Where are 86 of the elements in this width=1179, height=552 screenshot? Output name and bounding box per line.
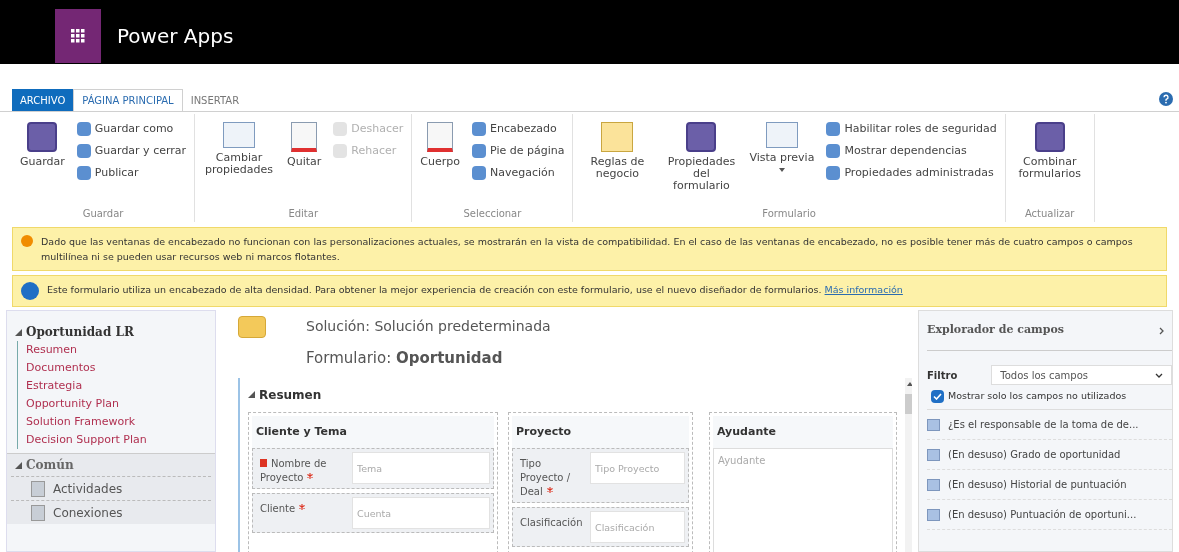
scroll-thumb[interactable]: [905, 393, 912, 414]
ribbon-tab[interactable]: INSERTAR: [182, 89, 248, 111]
collapse-triangle-icon[interactable]: [248, 391, 255, 398]
field-list-item[interactable]: (En desuso) Grado de oportunidad: [927, 440, 1172, 471]
nav-link[interactable]: Documentos: [17, 359, 215, 377]
form-title: Formulario: Oportunidad: [306, 348, 504, 369]
helper-textarea[interactable]: Ayudante: [713, 448, 893, 552]
ribbon-button[interactable]: Cambiar propiedades: [199, 114, 280, 206]
checkbox-label: Mostrar solo los campos no utilizados: [948, 389, 1127, 403]
ribbon-button[interactable]: Guardar: [16, 114, 69, 206]
ribbon-tab[interactable]: PÁGINA PRINCIPAL: [73, 89, 183, 111]
waffle-icon: [71, 29, 85, 43]
nav-item[interactable]: Actividades: [11, 476, 211, 500]
app-title: Power Apps: [117, 23, 234, 50]
field-list-item[interactable]: (En desuso) Puntuación de oportuni...: [927, 500, 1172, 531]
panel-title: Explorador de campos: [927, 322, 1064, 339]
ribbon-button[interactable]: Habilitar roles de seguridad: [822, 118, 1001, 140]
column-title: Proyecto: [512, 415, 689, 448]
ribbon-button[interactable]: Reglas de negocio: [577, 114, 658, 206]
field-icon: [927, 448, 940, 461]
nav-section-header[interactable]: Oportunidad LR: [7, 323, 215, 341]
group-label: Actualizar: [1023, 207, 1076, 221]
field-icon: [927, 418, 940, 431]
ribbon-button[interactable]: Mostrar dependencias: [822, 140, 1001, 162]
ribbon-button[interactable]: Encabezado: [468, 118, 569, 140]
column-title: Ayudante: [713, 415, 893, 448]
field-label: Cliente: [256, 497, 348, 516]
ribbon-button[interactable]: Guardar como: [72, 118, 191, 140]
collapse-triangle-icon[interactable]: [15, 461, 22, 469]
filter-select[interactable]: Todos los campos: [991, 365, 1172, 385]
ribbon-button[interactable]: Combinar formularios: [1009, 114, 1090, 206]
ribbon-button[interactable]: Publicar: [72, 162, 191, 184]
ribbon-button[interactable]: Cuerpo: [416, 114, 464, 206]
column-title: Cliente y Tema: [252, 415, 494, 448]
field-input[interactable]: Clasificación: [590, 511, 685, 543]
scroll-up-icon[interactable]: [907, 381, 912, 386]
group-label: Formulario: [761, 207, 817, 221]
section-header[interactable]: Resumen: [248, 385, 897, 404]
more-info-link[interactable]: Más información: [824, 284, 903, 295]
info-icon: [21, 282, 39, 300]
nav-link[interactable]: Opportunity Plan: [17, 395, 215, 413]
alert-message: Dado que las ventanas de encabezado no funcionan con las personalizaciones actuales, se mostrarán en la vista de compatibilidad. En el caso de las ventanas de encabezado, no es posible tener más de cuatro campos o campos multilínea ni se pueden usar recursos web ni marcos flotantes.: [41, 235, 1134, 264]
lock-icon: [260, 459, 267, 467]
chevron-right-icon[interactable]: [1159, 326, 1164, 335]
field-icon: [927, 508, 940, 521]
checkmark-icon: [933, 392, 942, 400]
group-label: Editar: [287, 207, 319, 221]
nav-item[interactable]: Conexiones: [11, 500, 211, 524]
nav-link[interactable]: Resumen: [17, 341, 215, 359]
ribbon-tab[interactable]: ARCHIVO: [12, 89, 74, 111]
field-label: Tipo Proyecto / Deal: [519, 457, 572, 499]
required-icon: [307, 473, 314, 479]
help-icon[interactable]: [1159, 92, 1173, 106]
app-launcher-button[interactable]: [55, 9, 101, 63]
field-input[interactable]: Tipo Proyecto: [590, 452, 685, 484]
solution-label: Solución: Solución predeterminada: [306, 317, 551, 336]
field-icon: [927, 478, 940, 491]
caret-icon: [778, 168, 785, 172]
nav-link[interactable]: Solution Framework: [17, 413, 215, 431]
group-label: Guardar: [81, 207, 125, 221]
field-input[interactable]: Cuenta: [352, 497, 490, 529]
ribbon-button[interactable]: Propiedades del formulario: [661, 114, 742, 206]
ribbon-button[interactable]: Propiedades administradas: [822, 162, 1001, 184]
required-icon: [546, 487, 553, 493]
group-label: Seleccionar: [462, 207, 523, 221]
ribbon-button[interactable]: Quitar: [283, 114, 326, 206]
ribbon-button[interactable]: Vista previa: [745, 114, 819, 206]
nav-section-header[interactable]: Común: [7, 454, 215, 476]
alert-message: Este formulario utiliza un encabezado de alta densidad. Para obtener la mejor experiencia de creación con este formulario, use el nuevo diseñador de formularios. Más información: [47, 283, 903, 297]
checkbox[interactable]: [931, 389, 944, 403]
folder-icon: [238, 316, 266, 338]
required-icon: [299, 504, 306, 510]
ribbon-button[interactable]: Navegación: [468, 162, 569, 184]
field-list-item[interactable]: (En desuso) Historial de puntuación: [927, 470, 1172, 501]
ribbon-button[interactable]: Guardar y cerrar: [72, 140, 191, 162]
chevron-down-icon: [1155, 372, 1163, 378]
field-input[interactable]: Tema: [352, 452, 490, 484]
field-list-item[interactable]: ¿Es el responsable de la toma de de...: [927, 410, 1172, 441]
field-label: Nombre de Proyecto: [259, 457, 328, 485]
warning-icon: [21, 235, 33, 247]
filter-label: Filtro: [927, 368, 958, 383]
ribbon-button[interactable]: Pie de página: [468, 140, 569, 162]
nav-link[interactable]: Estrategia: [17, 377, 215, 395]
field-label: Clasificación: [519, 516, 584, 530]
nav-link[interactable]: Decision Support Plan: [17, 431, 215, 449]
collapse-triangle-icon[interactable]: [15, 328, 22, 336]
